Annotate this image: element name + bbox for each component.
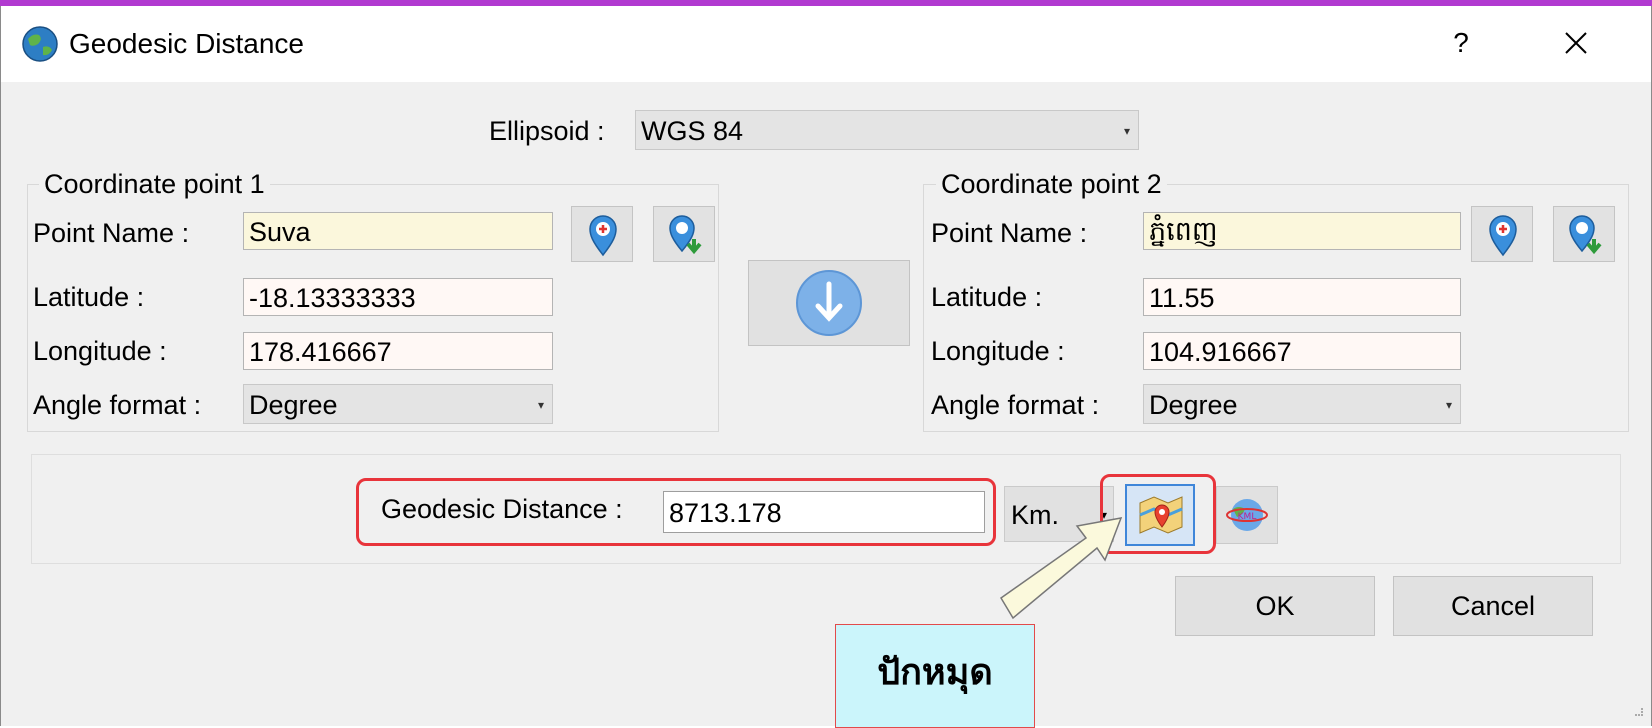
title-bar: Geodesic Distance ?	[1, 6, 1651, 82]
point1-angle-format-label: Angle format :	[33, 390, 202, 420]
kml-globe-icon: KML	[1226, 499, 1268, 531]
dialog-title: Geodesic Distance	[69, 28, 305, 59]
point2-name-label: Point Name :	[931, 218, 1088, 248]
callout-label: ปักหมุด	[835, 624, 1035, 728]
point2-angle-format-value: Degree	[1149, 390, 1238, 420]
geodesic-distance-value[interactable]: 8713.178	[663, 491, 985, 533]
point2-add-pin-button[interactable]	[1471, 206, 1533, 262]
point2-latitude-label: Latitude :	[931, 282, 1043, 312]
point1-angle-format-value: Degree	[249, 390, 338, 420]
export-kml-button[interactable]: KML	[1216, 486, 1278, 544]
point1-longitude-label: Longitude :	[33, 336, 167, 366]
ellipsoid-select[interactable]: WGS 84 ▾	[635, 110, 1139, 150]
point1-load-pin-button[interactable]	[653, 206, 715, 262]
copy-point-button[interactable]	[748, 260, 910, 346]
point1-latitude-field[interactable]: -18.13333333	[243, 278, 553, 316]
resize-grip[interactable]	[1635, 708, 1643, 716]
close-icon	[1565, 32, 1587, 54]
help-button[interactable]: ?	[1441, 18, 1481, 68]
point2-angle-format-select[interactable]: Degree ▾	[1143, 384, 1461, 424]
svg-text:KML: KML	[1238, 512, 1257, 522]
chevron-down-icon: ▾	[1445, 398, 1452, 412]
close-button[interactable]	[1551, 18, 1601, 68]
point2-angle-format-label: Angle format :	[931, 390, 1100, 420]
map-pin-add-icon	[1489, 215, 1517, 257]
globe-icon	[22, 26, 58, 62]
point1-name-field[interactable]: Suva	[243, 212, 553, 250]
point1-angle-format-select[interactable]: Degree ▾	[243, 384, 553, 424]
ellipsoid-label: Ellipsoid :	[489, 116, 605, 146]
geodesic-distance-label: Geodesic Distance :	[381, 494, 623, 524]
point2-name-field[interactable]: ភ្នំពេញ	[1143, 212, 1461, 250]
point1-add-pin-button[interactable]	[571, 206, 633, 262]
chevron-down-icon: ▾	[1123, 124, 1130, 138]
point1-name-label: Point Name :	[33, 218, 190, 248]
coordinate-point-2-title: Coordinate point 2	[936, 169, 1167, 200]
arrow-down-icon	[796, 270, 862, 336]
point2-load-pin-button[interactable]	[1553, 206, 1615, 262]
point2-longitude-field[interactable]: 104.916667	[1143, 332, 1461, 370]
coordinate-point-1-title: Coordinate point 1	[39, 169, 270, 200]
point1-longitude-field[interactable]: 178.416667	[243, 332, 553, 370]
cancel-button[interactable]: Cancel	[1393, 576, 1593, 636]
geodesic-distance-dialog: Geodesic Distance ? Ellipsoid : WGS 84 ▾…	[0, 6, 1652, 726]
ellipsoid-value: WGS 84	[641, 116, 744, 146]
chevron-down-icon: ▾	[537, 398, 544, 412]
point1-latitude-label: Latitude :	[33, 282, 145, 312]
ok-button[interactable]: OK	[1175, 576, 1375, 636]
map-pin-download-icon	[1569, 215, 1602, 255]
point2-latitude-field[interactable]: 11.55	[1143, 278, 1461, 316]
point2-longitude-label: Longitude :	[931, 336, 1065, 366]
map-pin-download-icon	[669, 215, 702, 255]
map-pin-add-icon	[589, 215, 617, 257]
